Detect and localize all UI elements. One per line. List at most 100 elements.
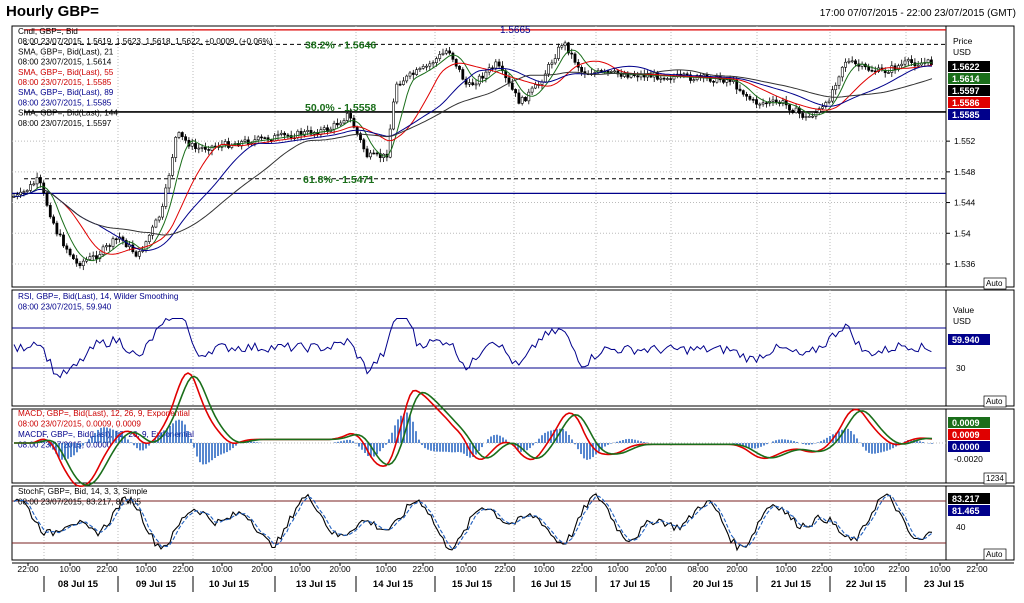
candle: [395, 81, 399, 105]
candle: [81, 258, 85, 271]
candle: [114, 237, 118, 245]
macd-scale-button: 1234: [983, 472, 1007, 485]
macd-scale-button-label: 1234: [986, 474, 1004, 483]
candle: [339, 120, 343, 127]
candle: [514, 88, 518, 97]
candle-body: [685, 73, 689, 76]
candle-body: [887, 72, 890, 74]
candle: [837, 75, 841, 90]
x-axis-time-label: 20:00: [645, 564, 667, 574]
candle: [65, 243, 69, 254]
candle-body: [25, 190, 29, 192]
candle-body: [794, 107, 798, 113]
candle: [814, 108, 818, 120]
candle: [286, 133, 290, 140]
candle-body: [72, 254, 75, 260]
candle-body: [636, 75, 640, 78]
candle-body: [395, 83, 399, 103]
candle-body: [847, 60, 851, 63]
candle: [665, 77, 669, 81]
x-axis-date-label: 08 Jul 15: [58, 579, 99, 590]
candle-body: [177, 132, 181, 138]
macd-legend-line: MACD, GBP=, Bid(Last), 12, 26, 9, Expone…: [18, 409, 190, 418]
candle-body: [811, 115, 815, 118]
candle: [345, 112, 349, 123]
candle: [474, 79, 478, 90]
candle: [68, 247, 72, 257]
candle-body: [276, 134, 280, 136]
candle: [540, 79, 544, 90]
candle: [29, 180, 32, 193]
x-axis-time-label: 10:00: [607, 564, 629, 574]
price-badge-text: 1.5614: [952, 74, 980, 84]
candle: [91, 251, 95, 262]
candle-body: [458, 65, 461, 70]
rsi-badge-text: 59.940: [952, 335, 980, 345]
candle: [421, 64, 425, 70]
candle-body: [332, 122, 336, 130]
candle: [230, 143, 234, 150]
candle-body: [481, 75, 485, 79]
candle-body: [421, 66, 425, 69]
candle-body: [78, 262, 82, 267]
candle-body: [764, 102, 768, 105]
candle-body: [243, 139, 247, 142]
candle-body: [741, 90, 745, 95]
candle-body: [840, 66, 844, 78]
candle-body: [138, 251, 141, 257]
candle-body: [190, 143, 194, 147]
candle: [398, 80, 402, 87]
candle-body: [134, 251, 138, 257]
candle-body: [48, 205, 52, 218]
candle: [824, 100, 828, 109]
candle: [728, 75, 732, 86]
candle-body: [629, 74, 633, 78]
candle: [451, 51, 455, 63]
price-badge-text: 1.5597: [952, 86, 980, 96]
candle-body: [45, 192, 49, 206]
candle: [566, 41, 570, 56]
candle-body: [279, 132, 283, 135]
candle-body: [210, 145, 214, 151]
candle-body: [441, 52, 445, 55]
candle-body: [200, 147, 204, 149]
candle: [920, 57, 923, 67]
candle: [441, 48, 445, 56]
candle-body: [662, 77, 666, 80]
x-axis-time-label: 10:00: [775, 564, 797, 574]
candle-body: [283, 132, 287, 136]
axis-tick-label: 1.552: [954, 136, 976, 146]
candle-body: [547, 64, 551, 75]
candle-body: [626, 73, 630, 78]
candle: [801, 112, 805, 120]
candle: [171, 153, 174, 178]
price-legend-line: SMA, GBP=, Bid(Last), 55: [18, 68, 114, 77]
candle: [312, 130, 316, 139]
candle-body: [35, 177, 39, 185]
candle: [844, 58, 848, 72]
candle: [896, 63, 900, 72]
candle: [105, 242, 108, 251]
candle: [788, 103, 791, 115]
stoch-k-line: [13, 493, 933, 552]
price-badge-text: 1.5586: [952, 98, 980, 108]
candle: [177, 131, 181, 140]
candle-body: [197, 147, 201, 150]
candle: [745, 91, 749, 101]
candle: [78, 260, 82, 269]
candle-body: [431, 62, 435, 65]
macd-badge: 0.0000: [948, 441, 990, 452]
macd-badge-text: 0.0009: [952, 418, 980, 428]
candle-body: [461, 69, 465, 80]
candle-body: [791, 109, 795, 113]
candle: [35, 172, 39, 189]
chart-canvas[interactable]: 1.5521.5481.5441.541.536PriceUSD1.566538…: [0, 0, 1024, 603]
candle-body: [804, 116, 808, 118]
rsi-legend-line: 08:00 23/07/2015, 59.940: [18, 303, 112, 312]
candle: [164, 183, 168, 210]
fib-382-label: 38.2% - 1.5646: [305, 39, 376, 51]
stoch-legend-line: StochF, GBP=, Bid, 14, 3, 3, Simple: [18, 487, 148, 496]
candle-body: [613, 70, 617, 73]
axis-title: Value: [953, 305, 974, 315]
candle-body: [207, 149, 211, 151]
